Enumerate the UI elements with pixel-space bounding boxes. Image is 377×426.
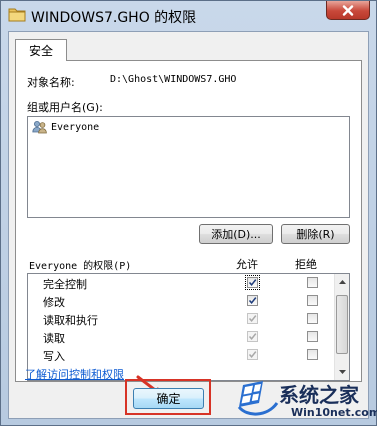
object-name-value: D:\Ghost\WINDOWS7.GHO <box>110 74 237 85</box>
permission-row: 读取 <box>28 328 336 346</box>
checkmark-icon <box>248 279 257 286</box>
permissions-scrollbar[interactable] <box>334 274 349 380</box>
deny-checkbox[interactable] <box>307 331 318 342</box>
group-user-list[interactable]: Everyone <box>27 116 350 218</box>
permission-name: 完全控制 <box>43 278 87 291</box>
permissions-dialog: WINDOWS7.GHO 的权限 安全 对象名称: D:\Ghost\WINDO… <box>0 0 377 426</box>
permission-row: 完全控制 <box>28 274 336 292</box>
deny-checkbox[interactable] <box>307 277 318 288</box>
permission-row: 写入 <box>28 346 336 364</box>
checkmark-icon <box>248 351 257 358</box>
deny-checkbox[interactable] <box>307 295 318 306</box>
ok-button[interactable]: 确定 <box>133 388 204 409</box>
remove-button[interactable]: 删除(R) <box>281 224 350 244</box>
deny-column-header: 拒绝 <box>295 258 317 271</box>
ok-button-label: 确定 <box>156 392 181 406</box>
watermark-name: 系统之家 <box>279 383 359 407</box>
window-title: WINDOWS7.GHO 的权限 <box>31 10 197 26</box>
permission-name: 写入 <box>43 350 65 363</box>
add-button-label: 添加(D)... <box>211 228 261 241</box>
allow-checkbox[interactable] <box>247 295 258 306</box>
group-list-label: 组或用户名(G): <box>27 101 103 114</box>
permission-name: 读取 <box>43 332 65 345</box>
tab-label: 安全 <box>28 44 53 58</box>
folder-icon <box>8 8 26 22</box>
security-panel: 对象名称: D:\Ghost\WINDOWS7.GHO 组或用户名(G): Ev… <box>15 60 362 382</box>
dialog-body: 安全 对象名称: D:\Ghost\WINDOWS7.GHO 组或用户名(G):… <box>8 31 369 419</box>
deny-checkbox[interactable] <box>307 349 318 360</box>
permission-name: 读取和执行 <box>43 314 98 327</box>
watermark-domain: Win10net.com <box>291 406 377 419</box>
permission-row: 读取和执行 <box>28 310 336 328</box>
allow-column-header: 允许 <box>236 258 258 271</box>
permission-name: 修改 <box>43 296 65 309</box>
checkmark-icon <box>248 297 257 304</box>
chevron-down-icon <box>338 370 346 374</box>
site-watermark: 系统之家 Win10net.com <box>233 377 377 423</box>
list-item-label: Everyone <box>51 121 100 133</box>
site-logo-icon <box>237 381 279 416</box>
close-icon <box>342 4 354 16</box>
remove-button-label: 删除(R) <box>296 228 335 241</box>
add-button[interactable]: 添加(D)... <box>199 224 273 244</box>
permissions-list[interactable]: 完全控制 修改 读取和执行 读取 写入 <box>27 273 350 381</box>
scrollbar-thumb[interactable] <box>336 295 348 354</box>
checkmark-icon <box>248 333 257 340</box>
chevron-up-icon <box>338 280 346 284</box>
permission-row: 修改 <box>28 292 336 310</box>
allow-checkbox <box>247 349 258 360</box>
permissions-header: Everyone 的权限(P) 允许 拒绝 <box>27 256 350 272</box>
allow-checkbox[interactable] <box>245 275 260 290</box>
users-icon <box>32 121 47 134</box>
object-name-label: 对象名称: <box>27 76 75 89</box>
checkmark-icon <box>248 315 257 322</box>
title-bar[interactable]: WINDOWS7.GHO 的权限 <box>1 1 376 31</box>
allow-checkbox <box>247 313 258 324</box>
learn-access-control-link[interactable]: 了解访问控制和权限 <box>25 366 124 382</box>
tab-security[interactable]: 安全 <box>15 39 67 61</box>
close-button[interactable] <box>326 1 370 20</box>
allow-checkbox <box>247 331 258 342</box>
deny-checkbox[interactable] <box>307 313 318 324</box>
list-item-everyone[interactable]: Everyone <box>32 120 99 134</box>
permissions-header-label: Everyone 的权限(P) <box>29 261 132 272</box>
scroll-up-arrow[interactable] <box>336 276 348 288</box>
